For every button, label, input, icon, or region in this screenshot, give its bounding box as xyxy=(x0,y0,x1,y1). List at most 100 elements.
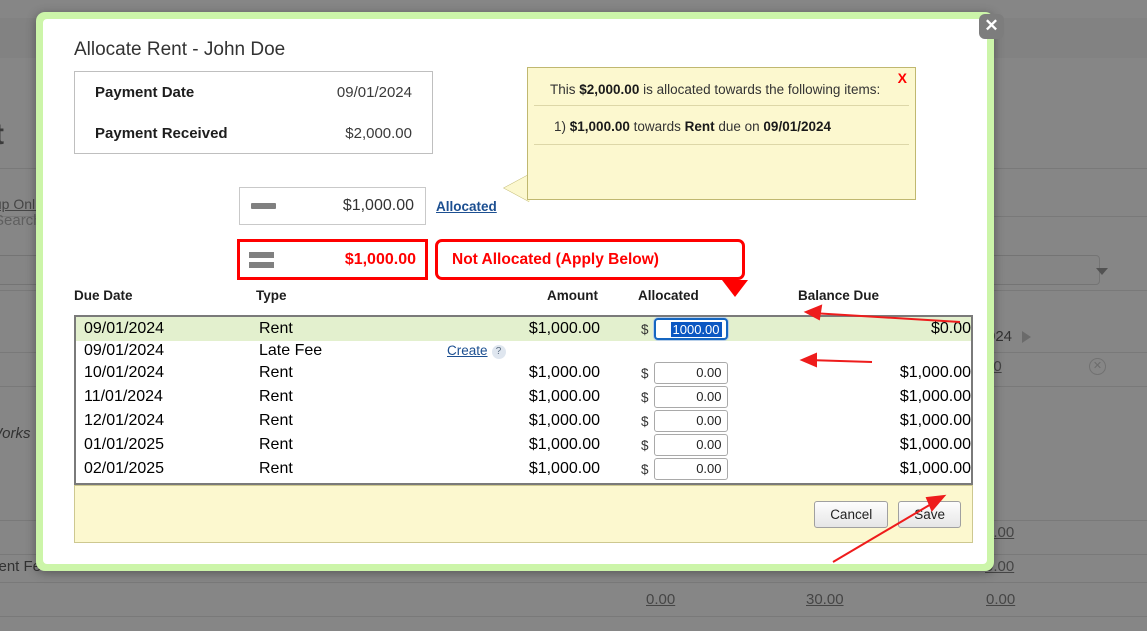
table-row: 11/01/2024Rent$1,000.00$0.00$1,000.00 xyxy=(76,385,973,409)
currency-symbol: $ xyxy=(641,438,649,453)
cell-type: Rent xyxy=(258,433,446,457)
not-allocated-label: Not Allocated (Apply Below) xyxy=(435,239,745,280)
currency-symbol: $ xyxy=(641,462,649,477)
red-pointer-icon xyxy=(722,280,748,297)
allocate-rent-dialog: ✕ Allocate Rent - John Doe Payment Date … xyxy=(36,12,994,571)
help-icon[interactable]: ? xyxy=(492,345,506,359)
not-allocated-amount-box: $1,000.00 xyxy=(237,239,428,280)
cell-type: Rent xyxy=(258,457,446,481)
cell-balance-due: $0.00 xyxy=(800,317,973,341)
tooltip-item-mid: towards xyxy=(630,119,685,134)
cell-type: Rent xyxy=(258,385,446,409)
cell-due-date: 02/01/2025 xyxy=(76,457,258,481)
cell-due-date: 09/01/2024 xyxy=(76,317,258,341)
tooltip-item-dueword: due on xyxy=(715,119,764,134)
table-row: 02/01/2025Rent$1,000.00$0.00$1,000.00 xyxy=(76,457,973,481)
close-icon[interactable]: ✕ xyxy=(979,14,1004,39)
allocated-input[interactable]: 0.00 xyxy=(654,458,728,480)
cell-balance-due: $1,000.00 xyxy=(800,385,973,409)
cell-type: Late Fee xyxy=(258,341,446,361)
payment-date-row: Payment Date 09/01/2024 xyxy=(75,72,432,113)
allocated-amount-value: $1,000.00 xyxy=(276,197,414,215)
allocated-input[interactable]: 0.00 xyxy=(654,386,728,408)
dialog-footer: Cancel Save xyxy=(74,485,973,543)
selected-text: 1000.00 xyxy=(671,322,722,337)
cell-balance-due: $1,000.00 xyxy=(800,457,973,481)
allocated-amount-box: $1,000.00 xyxy=(239,187,426,225)
tooltip-close-icon[interactable]: X xyxy=(898,70,907,86)
allocated-input[interactable]: 0.00 xyxy=(654,410,728,432)
cell-type: Rent xyxy=(258,317,446,341)
payment-summary-box: Payment Date 09/01/2024 Payment Received… xyxy=(74,71,433,154)
table-row: 09/01/2024Rent$1,000.00$1000.00$0.00 xyxy=(76,317,973,341)
allocated-input[interactable]: 0.00 xyxy=(654,362,728,384)
create-late-fee-link[interactable]: Create xyxy=(447,343,488,358)
allocated-input[interactable]: 0.00 xyxy=(654,434,728,456)
cell-amount: $1,000.00 xyxy=(446,457,640,481)
cell-allocated: $0.00 xyxy=(640,457,800,481)
column-header-balance-due: Balance Due xyxy=(798,284,973,311)
cell-balance-due: $1,000.00 xyxy=(800,409,973,433)
tooltip-intro: This $2,000.00 is allocated towards the … xyxy=(534,68,909,106)
payment-date-label: Payment Date xyxy=(95,84,194,101)
cell-allocated: $1000.00 xyxy=(640,317,800,341)
table-header-row: Due Date Type Amount Allocated Balance D… xyxy=(74,284,973,311)
payment-received-value: $2,000.00 xyxy=(345,125,412,142)
double-dash-icon xyxy=(249,252,274,268)
cell-amount: $1,000.00 xyxy=(446,385,640,409)
tooltip-item-amount: $1,000.00 xyxy=(570,119,630,134)
table-row: 12/01/2024Rent$1,000.00$0.00$1,000.00 xyxy=(76,409,973,433)
cell-allocated: $0.00 xyxy=(640,361,800,385)
dialog-title: Allocate Rent - John Doe xyxy=(74,39,285,61)
column-header-allocated: Allocated xyxy=(638,284,798,311)
cancel-button[interactable]: Cancel xyxy=(814,501,888,528)
currency-symbol: $ xyxy=(641,390,649,405)
single-dash-icon xyxy=(251,203,276,209)
allocated-link[interactable]: Allocated xyxy=(436,199,497,214)
table-row: 09/01/2024Late FeeCreate? xyxy=(76,341,973,361)
column-header-due-date: Due Date xyxy=(74,284,256,311)
cell-amount: $1,000.00 xyxy=(446,361,640,385)
cell-allocated: $0.00 xyxy=(640,385,800,409)
cell-amount: $1,000.00 xyxy=(446,409,640,433)
tooltip-item-duedate: 09/01/2024 xyxy=(763,119,831,134)
tooltip-intro-prefix: This xyxy=(550,82,579,97)
cell-amount[interactable]: Create? xyxy=(446,341,640,361)
cell-due-date: 09/01/2024 xyxy=(76,341,258,361)
dialog-body: ✕ Allocate Rent - John Doe Payment Date … xyxy=(43,19,987,564)
table-row: 01/01/2025Rent$1,000.00$0.00$1,000.00 xyxy=(76,433,973,457)
cell-amount: $1,000.00 xyxy=(446,433,640,457)
allocated-input[interactable]: 1000.00 xyxy=(654,318,728,340)
currency-symbol: $ xyxy=(641,414,649,429)
cell-type: Rent xyxy=(258,361,446,385)
cell-balance-due xyxy=(800,341,973,361)
tooltip-item: 1) $1,000.00 towards Rent due on 09/01/2… xyxy=(534,106,909,145)
cell-allocated: $0.00 xyxy=(640,433,800,457)
allocation-table-body: 09/01/2024Rent$1,000.00$1000.00$0.0009/0… xyxy=(76,317,973,481)
cell-due-date: 12/01/2024 xyxy=(76,409,258,433)
cell-allocated xyxy=(640,341,800,361)
column-header-type: Type xyxy=(256,284,444,311)
cell-due-date: 01/01/2025 xyxy=(76,433,258,457)
payment-received-label: Payment Received xyxy=(95,125,228,142)
cell-balance-due: $1,000.00 xyxy=(800,433,973,457)
cell-allocated: $0.00 xyxy=(640,409,800,433)
tooltip-item-type: Rent xyxy=(685,119,715,134)
cell-amount: $1,000.00 xyxy=(446,317,640,341)
allocation-tooltip: X This $2,000.00 is allocated towards th… xyxy=(527,67,916,200)
currency-symbol: $ xyxy=(641,322,649,337)
tooltip-intro-amount: $2,000.00 xyxy=(579,82,639,97)
payment-date-value: 09/01/2024 xyxy=(337,84,412,101)
tooltip-intro-suffix: is allocated towards the following items… xyxy=(639,82,880,97)
cell-due-date: 10/01/2024 xyxy=(76,361,258,385)
cell-due-date: 11/01/2024 xyxy=(76,385,258,409)
save-button[interactable]: Save xyxy=(898,501,961,528)
cell-type: Rent xyxy=(258,409,446,433)
not-allocated-amount-value: $1,000.00 xyxy=(274,251,416,269)
cell-balance-due: $1,000.00 xyxy=(800,361,973,385)
allocation-table-scroll[interactable]: 09/01/2024Rent$1,000.00$1000.00$0.0009/0… xyxy=(74,315,973,485)
table-row: 10/01/2024Rent$1,000.00$0.00$1,000.00 xyxy=(76,361,973,385)
column-header-amount: Amount xyxy=(444,284,638,311)
currency-symbol: $ xyxy=(641,366,649,381)
tooltip-item-index: 1) xyxy=(554,119,566,134)
